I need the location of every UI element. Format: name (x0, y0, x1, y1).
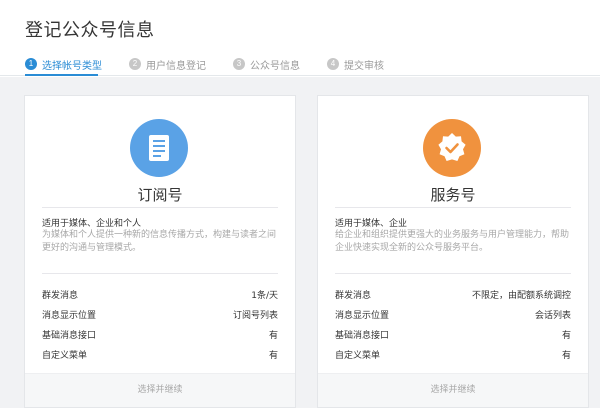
header: 登记公众号信息 1 选择帐号类型 2 用户信息登记 3 公众号信息 4 提交审核 (0, 0, 600, 76)
select-continue-button[interactable]: 选择并继续 (318, 373, 588, 407)
feature-name: 消息显示位置 (335, 310, 390, 321)
feature-row: 消息显示位置 会话列表 (335, 304, 571, 324)
feature-value: 订阅号列表 (232, 310, 278, 321)
feature-value: 有 (561, 330, 571, 341)
feature-value: 不限定，由配额系统调控 (471, 290, 571, 301)
step-number: 4 (327, 58, 339, 70)
feature-row: 群发消息 不限定，由配额系统调控 (335, 284, 571, 304)
subscription-account-card[interactable]: 订阅号 适用于媒体、企业和个人 为媒体和个人提供一种新的信息传播方式，构建与读者… (24, 95, 296, 408)
verified-badge-icon (423, 119, 481, 177)
step-label: 提交审核 (344, 60, 384, 72)
feature-row: 群发消息 1条/天 (42, 284, 278, 304)
card-subtitle: 适用于媒体、企业 (335, 219, 408, 229)
feature-name: 基础消息接口 (335, 330, 390, 341)
feature-row: 基础消息接口 有 (335, 324, 571, 344)
step-label: 选择帐号类型 (42, 60, 102, 72)
feature-name: 群发消息 (42, 290, 79, 301)
main-content: 订阅号 适用于媒体、企业和个人 为媒体和个人提供一种新的信息传播方式，构建与读者… (0, 77, 600, 408)
card-title: 订阅号 (137, 186, 183, 204)
feature-row: 消息显示位置 订阅号列表 (42, 304, 278, 324)
feature-row: 基础消息接口 有 (42, 324, 278, 344)
step-user-info[interactable]: 2 用户信息登记 (129, 57, 206, 72)
service-account-card[interactable]: 服务号 适用于媒体、企业 给企业和组织提供更强大的业务服务与用户管理能力，帮助企… (317, 95, 589, 408)
step-submit-review[interactable]: 4 提交审核 (327, 57, 384, 72)
step-number: 2 (129, 58, 141, 70)
active-step-underline (25, 74, 98, 76)
feature-list: 群发消息 1条/天 消息显示位置 订阅号列表 基础消息接口 有 自定义菜单 有 (42, 284, 278, 364)
document-icon (130, 119, 188, 177)
feature-name: 消息显示位置 (42, 310, 97, 321)
step-indicator: 1 选择帐号类型 2 用户信息登记 3 公众号信息 4 提交审核 (25, 57, 411, 72)
feature-value: 有 (561, 350, 571, 361)
feature-name: 自定义菜单 (42, 350, 88, 361)
feature-name: 群发消息 (335, 290, 372, 301)
step-number: 3 (233, 58, 245, 70)
select-continue-button[interactable]: 选择并继续 (25, 373, 295, 407)
card-description: 为媒体和个人提供一种新的信息传播方式，构建与读者之间更好的沟通与管理模式。 (42, 230, 277, 253)
feature-value: 有 (268, 330, 278, 341)
feature-name: 自定义菜单 (335, 350, 381, 361)
page-title: 登记公众号信息 (25, 20, 155, 41)
feature-value: 有 (268, 350, 278, 361)
divider (335, 207, 571, 208)
feature-name: 基础消息接口 (42, 330, 97, 341)
feature-value: 1条/天 (251, 290, 278, 301)
divider (335, 273, 571, 274)
feature-row: 自定义菜单 有 (335, 344, 571, 364)
step-label: 用户信息登记 (146, 60, 206, 72)
card-subtitle: 适用于媒体、企业和个人 (42, 219, 142, 229)
step-label: 公众号信息 (250, 60, 300, 72)
feature-row: 自定义菜单 有 (42, 344, 278, 364)
feature-list: 群发消息 不限定，由配额系统调控 消息显示位置 会话列表 基础消息接口 有 自定… (335, 284, 571, 364)
divider (42, 273, 278, 274)
step-select-account-type[interactable]: 1 选择帐号类型 (25, 57, 102, 72)
feature-value: 会话列表 (534, 310, 571, 321)
card-description: 给企业和组织提供更强大的业务服务与用户管理能力，帮助企业快速实现全新的公众号服务… (335, 230, 570, 253)
divider (42, 207, 278, 208)
card-title: 服务号 (430, 186, 476, 204)
step-account-info[interactable]: 3 公众号信息 (233, 57, 300, 72)
step-number: 1 (25, 58, 37, 70)
